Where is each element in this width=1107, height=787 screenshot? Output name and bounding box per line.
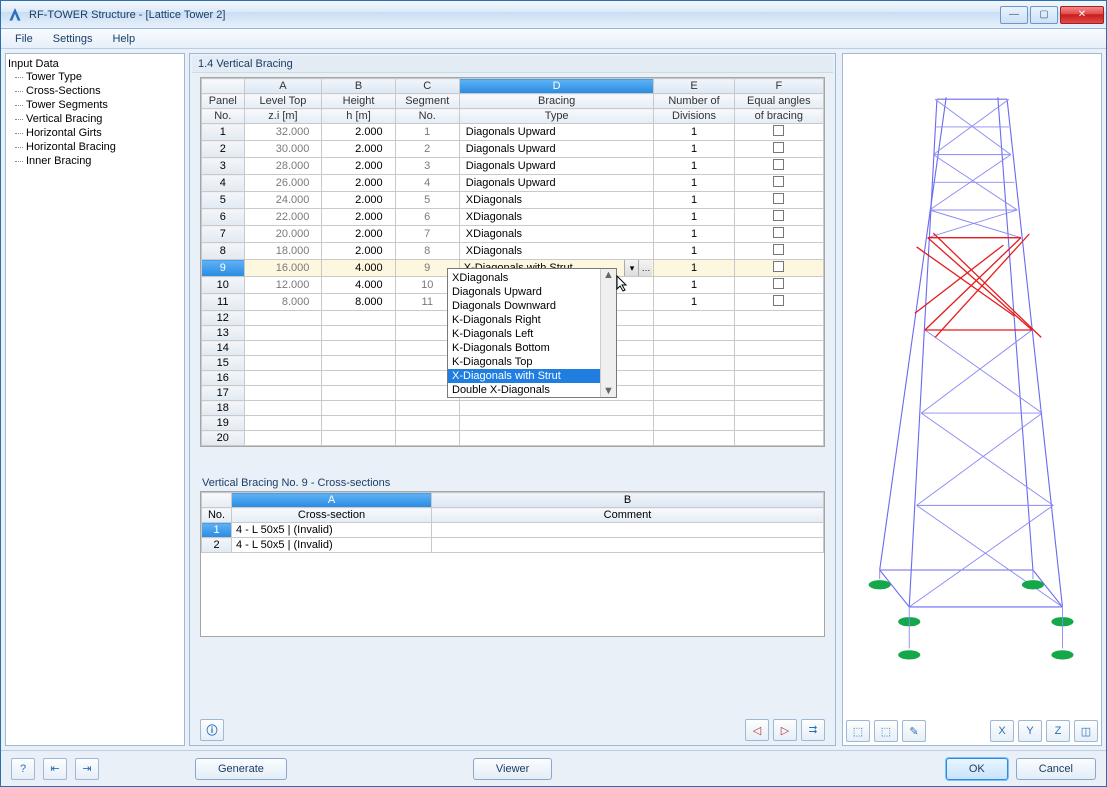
view-x-button[interactable]: X [990, 720, 1014, 742]
dropdown-option[interactable]: K-Diagonals Bottom [448, 341, 616, 355]
equal-angles-checkbox[interactable] [773, 295, 784, 306]
transfer-in-button[interactable]: ⇤ [43, 758, 67, 780]
col-F[interactable]: F [734, 79, 823, 94]
tree-item-inner-bracing[interactable]: Inner Bracing [8, 154, 182, 168]
ok-button[interactable]: OK [946, 758, 1008, 780]
menu-help[interactable]: Help [102, 31, 145, 47]
equal-angles-checkbox[interactable] [773, 159, 784, 170]
next-button[interactable]: ▷ [773, 719, 797, 741]
table-row[interactable]: 230.0002.0002Diagonals Upward1 [202, 141, 824, 158]
table-row[interactable]: 818.0002.0008XDiagonals1 [202, 243, 824, 260]
info-button[interactable]: ⓘ [200, 719, 224, 741]
dropdown-option[interactable]: K-Diagonals Left [448, 327, 616, 341]
dropdown-option[interactable]: K-Diagonals Top [448, 355, 616, 369]
equal-angles-checkbox[interactable] [773, 193, 784, 204]
view-btn-1[interactable]: ⬚ [846, 720, 870, 742]
cancel-button[interactable]: Cancel [1016, 758, 1096, 780]
table-row[interactable]: 622.0002.0006XDiagonals1 [202, 209, 824, 226]
equal-angles-checkbox[interactable] [773, 142, 784, 153]
sub-grid[interactable]: ABNo.Cross-sectionComment14 - L 50x5 | (… [200, 491, 825, 637]
equal-angles-checkbox[interactable] [773, 227, 784, 238]
equal-angles-checkbox[interactable] [773, 278, 784, 289]
tower-3d-view[interactable] [843, 54, 1101, 717]
dropdown-more-icon[interactable]: … [638, 260, 652, 276]
close-button[interactable]: ✕ [1060, 6, 1104, 24]
equal-angles-checkbox[interactable] [773, 261, 784, 272]
table-row[interactable]: 328.0002.0003Diagonals Upward1 [202, 158, 824, 175]
generate-button[interactable]: Generate [195, 758, 287, 780]
main-grid[interactable]: ABCDEFPanelLevel TopHeightSegmentBracing… [200, 77, 825, 447]
table-row[interactable]: 426.0002.0004Diagonals Upward1 [202, 175, 824, 192]
view-btn-3[interactable]: ✎ [902, 720, 926, 742]
equal-angles-checkbox[interactable] [773, 210, 784, 221]
section-title: 1.4 Vertical Bracing [192, 56, 833, 73]
dropdown-option[interactable]: X-Diagonals with Strut [448, 369, 616, 383]
subcol-B[interactable]: B [432, 493, 824, 508]
tree-item-horizontal-girts[interactable]: Horizontal Girts [8, 126, 182, 140]
dropdown-scrollbar[interactable]: ▲▼ [600, 269, 616, 397]
viewer-button[interactable]: Viewer [473, 758, 552, 780]
nav-tree[interactable]: Input Data Tower TypeCross-SectionsTower… [5, 53, 185, 746]
tree-item-cross-sections[interactable]: Cross-Sections [8, 84, 182, 98]
window-title: RF-TOWER Structure - [Lattice Tower 2] [29, 9, 225, 21]
table-row[interactable]: 132.0002.0001Diagonals Upward1 [202, 124, 824, 141]
sub-table-row[interactable]: 24 - L 50x5 | (Invalid) [202, 538, 824, 553]
tree-item-tower-segments[interactable]: Tower Segments [8, 98, 182, 112]
tree-root[interactable]: Input Data [8, 58, 182, 70]
center-panel: 1.4 Vertical Bracing ABCDEFPanelLevel To… [189, 53, 836, 746]
app-window: RF-TOWER Structure - [Lattice Tower 2] ―… [0, 0, 1107, 787]
dropdown-option[interactable]: K-Diagonals Right [448, 313, 616, 327]
view-btn-2[interactable]: ⬚ [874, 720, 898, 742]
col-B[interactable]: B [322, 79, 395, 94]
dropdown-option[interactable]: XDiagonals [448, 271, 616, 285]
titlebar[interactable]: RF-TOWER Structure - [Lattice Tower 2] ―… [1, 1, 1106, 29]
bracing-type-dropdown[interactable]: XDiagonalsDiagonals UpwardDiagonals Down… [447, 268, 617, 398]
sub-table-row[interactable]: 14 - L 50x5 | (Invalid) [202, 523, 824, 538]
dropdown-option[interactable]: Diagonals Downward [448, 299, 616, 313]
transfer-out-button[interactable]: ⇥ [75, 758, 99, 780]
minimize-button[interactable]: ― [1000, 6, 1028, 24]
help-button[interactable]: ? [11, 758, 35, 780]
col-D[interactable]: D [459, 79, 654, 94]
menubar: File Settings Help [1, 29, 1106, 49]
equal-angles-checkbox[interactable] [773, 244, 784, 255]
subsection-title: Vertical Bracing No. 9 - Cross-sections [200, 475, 825, 491]
prev-button[interactable]: ◁ [745, 719, 769, 741]
table-row[interactable]: 19 [202, 416, 824, 431]
subcol-A[interactable]: A [232, 493, 432, 508]
table-row[interactable]: 524.0002.0005XDiagonals1 [202, 192, 824, 209]
menu-file[interactable]: File [5, 31, 43, 47]
menu-settings[interactable]: Settings [43, 31, 103, 47]
app-icon [7, 7, 23, 23]
maximize-button[interactable]: ▢ [1030, 6, 1058, 24]
table-row[interactable]: 18 [202, 401, 824, 416]
view-iso-button[interactable]: ◫ [1074, 720, 1098, 742]
dropdown-arrow-icon[interactable]: ▾ [624, 260, 638, 276]
dropdown-option[interactable]: Double X-Diagonals [448, 383, 616, 397]
view-z-button[interactable]: Z [1046, 720, 1070, 742]
bottom-bar: ? ⇤ ⇥ Generate Viewer OK Cancel [1, 750, 1106, 786]
tree-item-vertical-bracing[interactable]: Vertical Bracing [8, 112, 182, 126]
equal-angles-checkbox[interactable] [773, 176, 784, 187]
preview-panel: ⬚ ⬚ ✎ X Y Z ◫ [842, 53, 1102, 746]
col-E[interactable]: E [654, 79, 734, 94]
col-C[interactable]: C [395, 79, 459, 94]
tree-item-horizontal-bracing[interactable]: Horizontal Bracing [8, 140, 182, 154]
equal-angles-checkbox[interactable] [773, 125, 784, 136]
view-y-button[interactable]: Y [1018, 720, 1042, 742]
table-row[interactable]: 20 [202, 431, 824, 446]
goto-button[interactable]: ⮆ [801, 719, 825, 741]
tree-item-tower-type[interactable]: Tower Type [8, 70, 182, 84]
dropdown-option[interactable]: Diagonals Upward [448, 285, 616, 299]
table-row[interactable]: 720.0002.0007XDiagonals1 [202, 226, 824, 243]
col-A[interactable]: A [244, 79, 322, 94]
